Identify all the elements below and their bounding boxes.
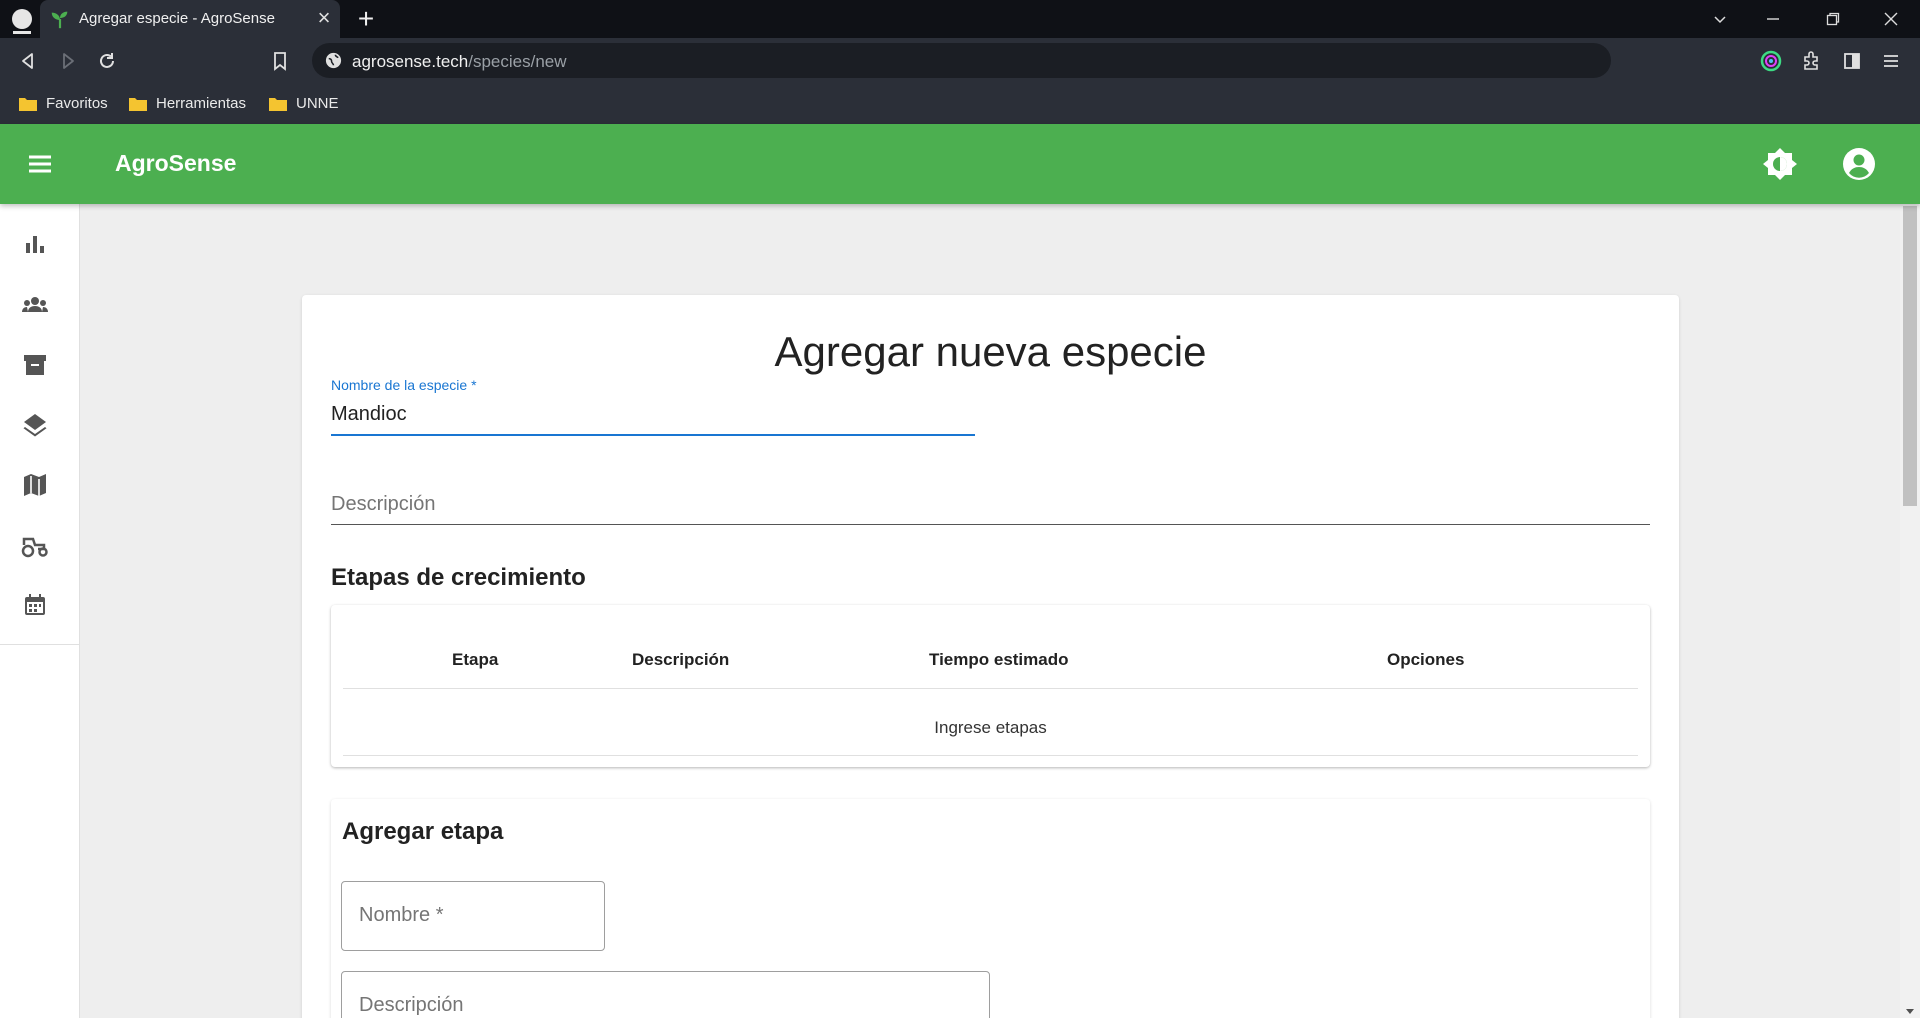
column-header-stage: Etapa: [452, 650, 499, 669]
species-name-label: Nombre de la especie *: [331, 377, 477, 393]
species-name-input[interactable]: Mandioc: [331, 403, 407, 426]
sprout-icon: [51, 11, 68, 29]
forward-icon[interactable]: [54, 47, 82, 75]
browser-tab-strip: Agregar especie - AgroSense × +: [0, 0, 1920, 38]
add-stage-card: Agregar etapa Nombre * Descripción: [331, 799, 1650, 1018]
bookmarks-bar: Favoritos Herramientas UNNE: [0, 84, 1920, 124]
extensions-icon[interactable]: [1797, 47, 1825, 75]
browser-menu-icon[interactable]: [1877, 47, 1905, 75]
growth-stages-table: Etapa Descripción Tiempo estimado Opcion…: [331, 605, 1650, 767]
layers-icon[interactable]: [20, 410, 50, 440]
folder-icon: [129, 98, 147, 111]
column-header-estimated-time: Tiempo estimado: [929, 650, 1069, 669]
reload-icon[interactable]: [93, 47, 121, 75]
bookmark-unne[interactable]: UNNE: [268, 93, 339, 115]
new-species-form-card: Agregar nueva especie Nombre de la espec…: [302, 295, 1679, 1018]
close-window-icon[interactable]: [1868, 0, 1914, 38]
species-description-input[interactable]: Descripción: [331, 493, 435, 516]
stage-description-placeholder: Descripción: [359, 994, 464, 1016]
bar-chart-icon[interactable]: [20, 230, 50, 260]
folder-icon: [269, 98, 287, 111]
species-description-underline: [331, 524, 1650, 525]
side-panel-icon[interactable]: [1838, 47, 1866, 75]
restore-icon[interactable]: [1810, 0, 1856, 38]
archive-icon[interactable]: [20, 350, 50, 380]
tractor-icon[interactable]: [20, 530, 50, 560]
scroll-down-arrow-icon[interactable]: [1906, 1009, 1914, 1014]
tab-search-icon[interactable]: [1697, 0, 1743, 38]
bookmark-favoritos[interactable]: Favoritos: [18, 93, 108, 115]
profile-indicator: [13, 31, 31, 34]
column-header-options: Opciones: [1387, 650, 1465, 669]
growth-stages-heading: Etapas de crecimiento: [331, 564, 586, 591]
page-title: Agregar nueva especie: [774, 328, 1207, 375]
account-circle-icon[interactable]: [1841, 146, 1877, 182]
profile-icon[interactable]: [12, 9, 32, 29]
folder-icon: [19, 98, 37, 111]
calendar-icon[interactable]: [20, 590, 50, 620]
browser-toolbar: agrosense.tech/species/new: [0, 38, 1920, 84]
map-icon[interactable]: [20, 470, 50, 500]
sidebar: [0, 204, 80, 1018]
brightness-icon[interactable]: [1762, 146, 1798, 182]
browser-tab[interactable]: Agregar especie - AgroSense ×: [40, 0, 340, 38]
close-tab-icon[interactable]: ×: [312, 6, 336, 30]
url-text: agrosense.tech/species/new: [352, 52, 567, 71]
table-empty-message: Ingrese etapas: [934, 718, 1047, 737]
stage-name-placeholder: Nombre *: [359, 904, 444, 926]
tab-title: Agregar especie - AgroSense: [79, 10, 275, 27]
bookmark-herramientas[interactable]: Herramientas: [128, 93, 246, 115]
stage-description-input[interactable]: Descripción: [341, 971, 990, 1018]
address-bar[interactable]: agrosense.tech/species/new: [312, 43, 1611, 78]
back-icon[interactable]: [14, 47, 42, 75]
groups-icon[interactable]: [20, 290, 50, 320]
page-scrollbar[interactable]: [1900, 204, 1920, 1018]
table-footer-divider: [343, 755, 1638, 756]
column-header-description: Descripción: [632, 650, 730, 669]
app-header: AgroSense: [0, 124, 1920, 204]
new-tab-icon[interactable]: +: [352, 5, 380, 33]
site-info-icon[interactable]: [324, 51, 343, 70]
stage-name-input[interactable]: Nombre *: [341, 881, 605, 951]
table-header-divider: [343, 688, 1638, 689]
hamburger-menu-icon[interactable]: [24, 148, 56, 180]
species-name-underline: [331, 434, 975, 436]
minimize-icon[interactable]: [1750, 0, 1796, 38]
add-stage-heading: Agregar etapa: [342, 818, 504, 845]
extension-ring-icon[interactable]: [1757, 47, 1785, 75]
app-title: AgroSense: [115, 150, 237, 176]
sidebar-divider: [0, 644, 80, 645]
bookmark-icon[interactable]: [266, 47, 294, 75]
scrollbar-thumb[interactable]: [1903, 206, 1917, 506]
